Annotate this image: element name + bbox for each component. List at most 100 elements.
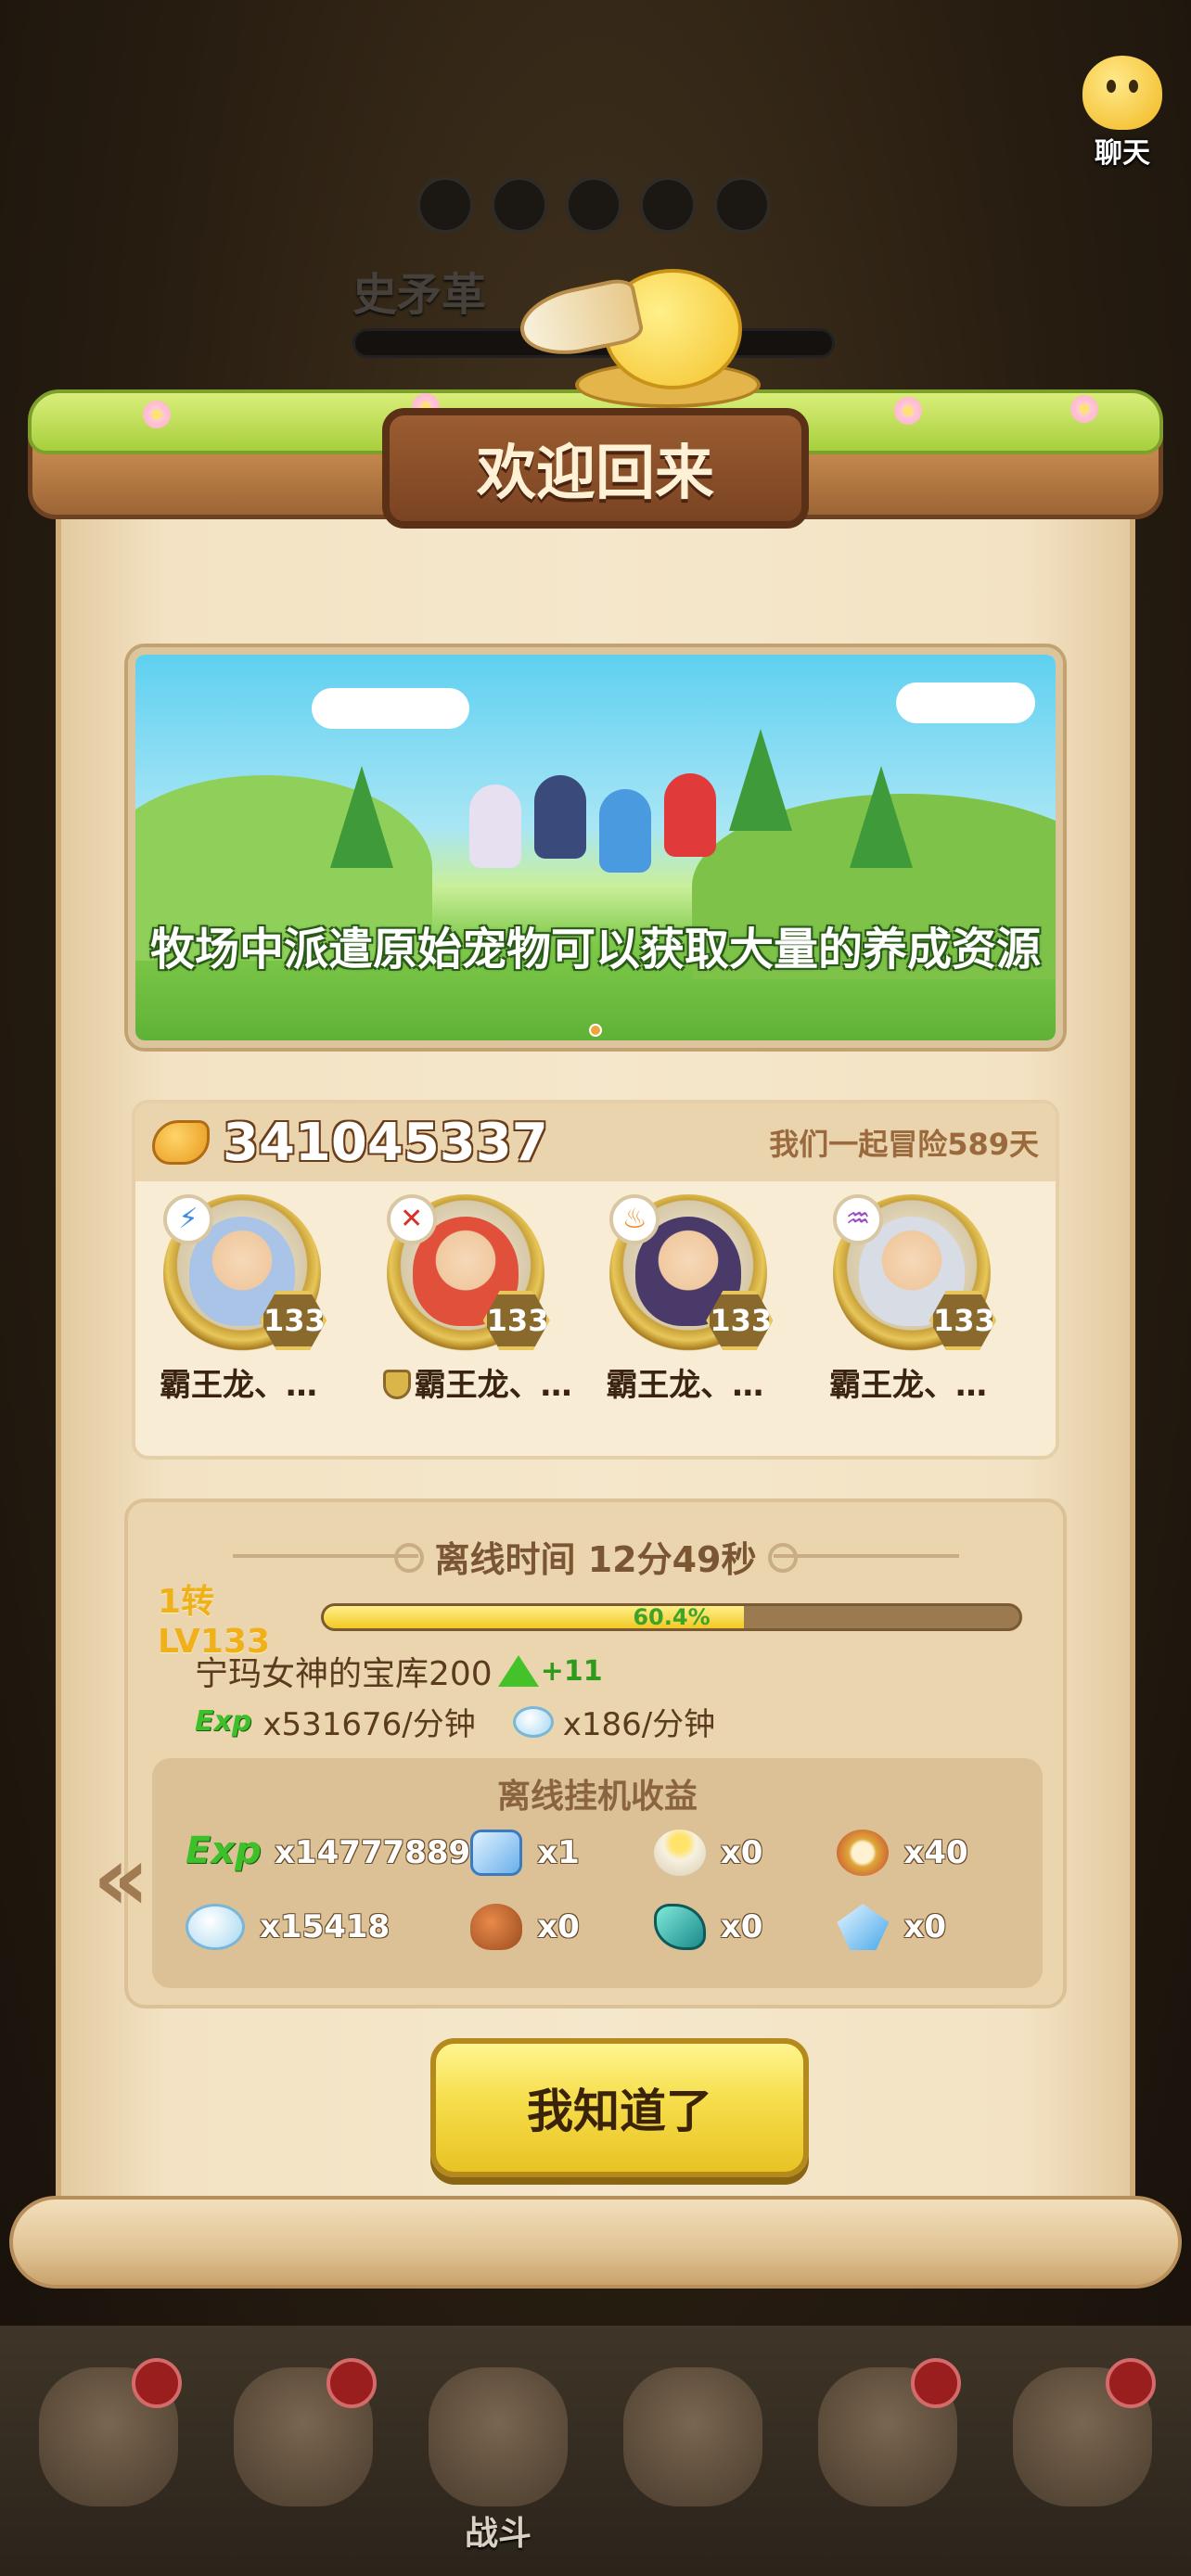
nav-item-more[interactable] <box>1004 2358 1161 2544</box>
element-icon: ⚡ <box>163 1194 213 1244</box>
hero-name: 霸王龙、… <box>382 1359 587 1405</box>
nav-item-battle[interactable]: 战斗 <box>419 2358 577 2553</box>
tree <box>330 766 393 868</box>
up-arrow-icon <box>497 1655 539 1687</box>
hero-sprite <box>599 789 651 873</box>
earning-count: x0 <box>537 1908 580 1945</box>
hero-portrait: ✕ 133 <box>386 1194 550 1352</box>
nav-item-pet[interactable] <box>30 2358 187 2544</box>
stone-rate: x186/分钟 <box>562 1706 716 1743</box>
notification-badge <box>911 2358 961 2408</box>
banner-text: 牧场中派遣原始宠物可以获取大量的养成资源 <box>149 924 1041 976</box>
hero-sprite <box>534 775 586 859</box>
hero-sprite <box>469 784 521 868</box>
tree <box>850 766 913 868</box>
confirm-label: 我知道了 <box>527 2085 712 2138</box>
divider-ornament <box>232 1543 424 1573</box>
medal-icon <box>837 1830 890 1876</box>
offline-time: 离线时间 12分49秒 <box>434 1538 757 1580</box>
stage-increase: +11 <box>540 1654 603 1688</box>
earning-count: x14777889 <box>275 1834 471 1871</box>
sword-icon <box>429 2367 568 2506</box>
hero-card[interactable]: ♒ 133 霸王龙、… <box>829 1194 1033 1405</box>
hero-portrait: ⚡ 133 <box>163 1194 327 1352</box>
hero-name: 霸王龙、… <box>828 1367 987 1404</box>
bottom-nav: 战斗 <box>0 2326 1191 2576</box>
earning-item[interactable]: x1 <box>470 1829 654 1877</box>
stage-row: 宁玛女神的宝库200 +11 <box>195 1647 603 1695</box>
gem-icon <box>653 1904 706 1950</box>
team-panel: 341045337 我们一起冒险589天 ⚡ 133 霸王龙、… ✕ 133 霸… <box>132 1100 1059 1460</box>
xp-progress-bar: 60.4% <box>321 1603 1022 1631</box>
stage-name: 宁玛女神的宝库200 <box>195 1655 493 1693</box>
notification-badge <box>1106 2358 1156 2408</box>
cloud <box>896 682 1035 723</box>
earning-item[interactable]: x15418 <box>186 1903 470 1951</box>
earning-count: x0 <box>720 1834 763 1871</box>
hero-list: ⚡ 133 霸王龙、… ✕ 133 霸王龙、… ♨ 133 霸王龙、… ♒ 13… <box>135 1181 1056 1405</box>
flower-icon <box>143 401 171 428</box>
earning-item[interactable]: x0 <box>837 1903 1020 1951</box>
chat-icon <box>1082 56 1162 130</box>
notification-badge <box>327 2358 377 2408</box>
hero-portrait: ♒ 133 <box>832 1194 996 1352</box>
hero-portrait: ♨ 133 <box>609 1194 774 1352</box>
nav-item-hero[interactable] <box>224 2358 382 2544</box>
rate-row: Exp x531676/分钟 x186/分钟 <box>195 1699 715 1744</box>
nav-item-guild[interactable] <box>614 2358 772 2544</box>
hero-card[interactable]: ⚡ 133 霸王龙、… <box>160 1194 364 1405</box>
tip-banner[interactable]: 牧场中派遣原始宠物可以获取大量的养成资源 <box>128 647 1063 1048</box>
muscle-icon <box>152 1120 210 1165</box>
chat-label: 聊天 <box>1095 137 1150 170</box>
earning-count: x40 <box>903 1834 968 1871</box>
elder-icon <box>623 2367 762 2506</box>
level-row: 1转LV133 60.4% <box>158 1583 1048 1661</box>
hero-name: 霸王龙、… <box>160 1367 317 1404</box>
captain-shield-icon <box>382 1370 411 1399</box>
earning-count: x0 <box>903 1908 946 1945</box>
nav-label-battle: 战斗 <box>464 2515 531 2553</box>
hero-sprite <box>664 773 716 857</box>
cloud <box>312 688 469 729</box>
nav-item-shop[interactable] <box>809 2358 967 2544</box>
scroll-bottom-roll <box>9 2196 1182 2289</box>
element-icon: ♒ <box>832 1194 883 1244</box>
element-icon: ✕ <box>386 1194 437 1244</box>
hero-card[interactable]: ✕ 133 霸王龙、… <box>382 1194 587 1405</box>
earnings-grid: Exp x14777889 x1 x0 x40 x15418 x0 x0 x0 <box>186 1829 1020 1951</box>
xp-percent: 60.4% <box>633 1604 711 1630</box>
dialog-title: 欢迎回来 <box>477 440 714 508</box>
earning-item[interactable]: x0 <box>653 1829 838 1877</box>
stone-icon <box>186 1904 245 1950</box>
confirm-button[interactable]: 我知道了 <box>430 2038 809 2177</box>
earning-count: x0 <box>720 1908 763 1945</box>
chat-button[interactable]: 聊天 <box>1067 56 1178 170</box>
offline-panel: 离线时间 12分49秒 1转LV133 60.4% 宁玛女神的宝库200 +11… <box>124 1498 1067 2009</box>
stone-icon <box>512 1705 554 1738</box>
ticket-icon <box>470 1830 523 1876</box>
double-chevron-left-icon[interactable]: ‹‹ <box>93 1834 149 1923</box>
crystal-icon <box>837 1904 890 1950</box>
team-header: 341045337 我们一起冒险589天 <box>135 1103 1056 1181</box>
earning-item[interactable]: Exp x14777889 <box>186 1829 470 1877</box>
offline-earnings: 离线挂机收益 Exp x14777889 x1 x0 x40 x15418 x0… <box>152 1758 1043 1988</box>
horn-bird-mascot <box>514 250 761 408</box>
hero-card[interactable]: ♨ 133 霸王龙、… <box>606 1194 810 1405</box>
power-value: 341045337 <box>223 1112 548 1173</box>
carousel-indicator[interactable] <box>589 1024 602 1037</box>
exp-rate: x531676/分钟 <box>263 1706 476 1743</box>
earning-item[interactable]: x40 <box>837 1829 1020 1877</box>
adventure-days: 我们一起冒险589天 <box>769 1127 1039 1162</box>
earning-item[interactable]: x0 <box>470 1903 654 1951</box>
earning-count: x15418 <box>260 1908 391 1945</box>
earning-count: x1 <box>537 1834 580 1871</box>
candle-icon <box>653 1830 706 1876</box>
exp-icon: Exp <box>186 1830 262 1872</box>
divider-ornament <box>767 1543 959 1573</box>
earnings-title: 离线挂机收益 <box>496 1778 698 1816</box>
notification-badge <box>132 2358 182 2408</box>
meat-icon <box>470 1904 523 1950</box>
earning-item[interactable]: x0 <box>653 1903 838 1951</box>
flower-icon <box>1070 395 1098 423</box>
title-plaque: 欢迎回来 <box>382 408 809 529</box>
